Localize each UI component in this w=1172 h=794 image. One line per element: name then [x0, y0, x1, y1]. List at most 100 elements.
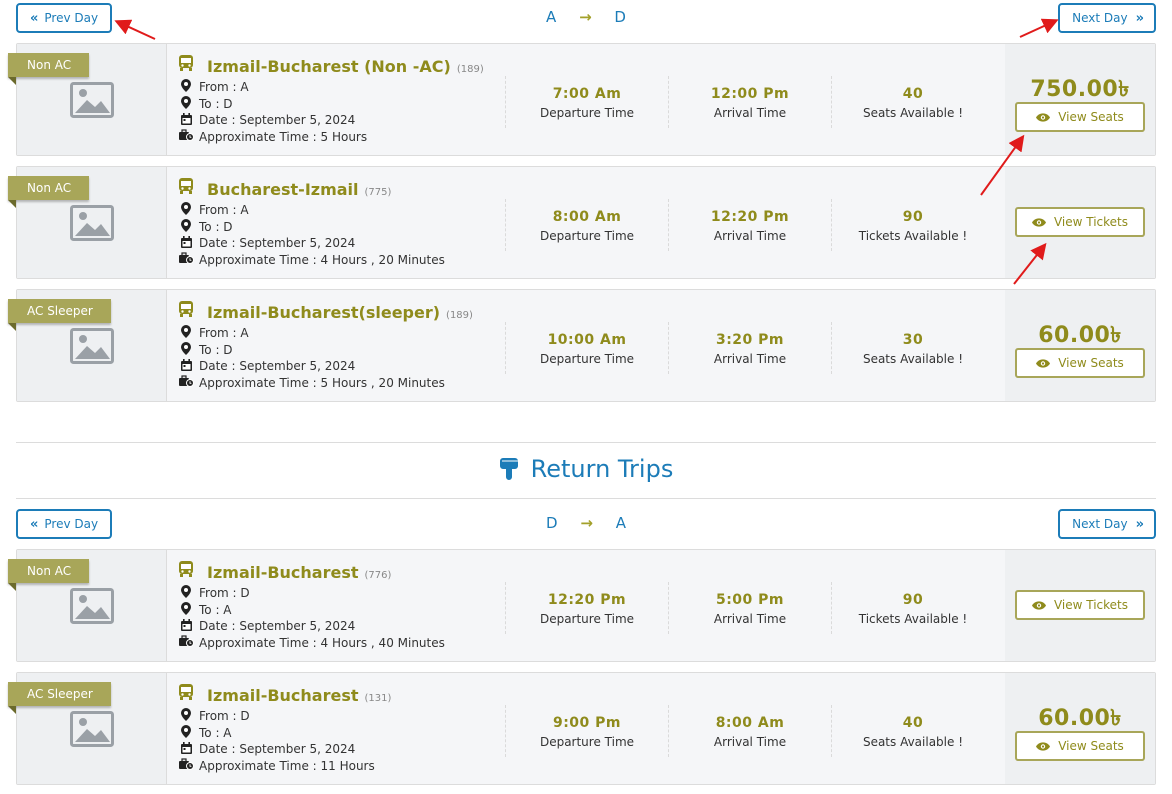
trip-info: Izmail-Bucharest (Non -AC) (189) From : AT…	[177, 54, 507, 145]
return-route-indicator: D → A	[16, 514, 1156, 532]
next-day-button[interactable]: Next Day »	[1058, 3, 1156, 33]
departure-column: 7:00 Am Departure Time	[505, 76, 668, 128]
trip-to-text: To : A	[199, 602, 232, 617]
trip-badge: Non AC	[8, 559, 90, 591]
trip-info: Bucharest-Izmail (775) From : A To : D Date …	[177, 177, 507, 268]
trip-from: From : D	[177, 585, 507, 602]
eye-icon	[1031, 217, 1046, 227]
arrival-column: 5:00 Pm Arrival Time	[668, 582, 831, 634]
arrow-right-icon: →	[579, 8, 592, 26]
trip-name[interactable]: Izmail-Bucharest(sleeper)	[207, 303, 440, 322]
trip-title: Izmail-Bucharest (776)	[177, 560, 507, 582]
next-day-label: Next Day	[1072, 11, 1128, 25]
trip-from-text: From : A	[199, 326, 249, 341]
return-next-day-label: Next Day	[1072, 517, 1128, 531]
arrival-column: 12:20 Pm Arrival Time	[668, 199, 831, 251]
trip-from-text: From : D	[199, 709, 250, 724]
luggage-clock-icon	[178, 635, 194, 648]
map-pin-icon	[181, 601, 191, 615]
view-seats-button[interactable]: View Seats	[1015, 731, 1145, 761]
trip-info: Izmail-Bucharest(sleeper) (189) From : A To…	[177, 300, 507, 391]
arrival-label: Arrival Time	[713, 612, 787, 626]
return-prev-day-button[interactable]: « Prev Day	[16, 509, 113, 539]
eye-icon	[1036, 358, 1051, 368]
trip-duration: Approximate Time : 11 Hours	[177, 758, 507, 775]
map-pin-icon	[181, 585, 191, 599]
availability-column: 40 Seats Available !	[831, 705, 994, 757]
return-trips-heading: Return Trips	[0, 455, 1172, 483]
trip-info: Izmail-Bucharest (131) From : D To : A Date …	[177, 683, 507, 774]
double-chevron-right-icon: »	[1135, 10, 1145, 26]
map-pin-icon	[181, 79, 191, 93]
trip-date-text: Date : September 5, 2024	[199, 742, 356, 757]
view-seats-button[interactable]: View Seats	[1015, 102, 1145, 132]
seat-count: 90	[902, 592, 924, 608]
trip-badge: AC Sleeper	[8, 682, 111, 714]
luggage-clock-icon	[178, 129, 194, 142]
route-to: D	[614, 8, 626, 26]
map-pin-icon	[181, 95, 191, 109]
trip-code: (776)	[364, 570, 392, 581]
bus-icon	[179, 55, 193, 71]
pointing-hand-icon	[499, 458, 518, 480]
seat-count: 40	[902, 86, 924, 102]
trip-card: AC Sleeper Izmail-Bucharest(sleeper) (189)…	[8, 289, 1156, 402]
trip-date: Date : September 5, 2024	[177, 741, 507, 758]
trip-duration-text: Approximate Time : 4 Hours , 20 Minutes	[199, 252, 445, 267]
return-trips-title: Return Trips	[530, 455, 674, 483]
map-pin-icon	[181, 724, 191, 738]
return-route-from: D	[546, 514, 558, 532]
arrival-time: 12:00 Pm	[710, 86, 790, 102]
prev-day-button[interactable]: « Prev Day	[16, 3, 113, 33]
departure-time: 7:00 Am	[552, 86, 622, 102]
return-next-day-button[interactable]: Next Day »	[1058, 509, 1156, 539]
double-chevron-right-icon: »	[1135, 516, 1145, 532]
trip-title: Izmail-Bucharest (Non -AC) (189)	[177, 54, 507, 76]
view-seats-button[interactable]: View Seats	[1015, 348, 1145, 378]
trip-name[interactable]: Izmail-Bucharest (Non -AC)	[207, 57, 451, 76]
departure-label: Departure Time	[539, 612, 635, 626]
trip-name[interactable]: Izmail-Bucharest	[207, 563, 359, 582]
view-button-label: View Seats	[1058, 739, 1124, 753]
arrival-time: 3:20 Pm	[715, 332, 785, 348]
price-box: View Tickets	[1005, 167, 1155, 278]
trip-from: From : D	[177, 708, 507, 725]
trip-code: (189)	[446, 310, 473, 321]
price-box: 60.00৳ View Seats	[1005, 290, 1155, 401]
trip-duration-text: Approximate Time : 5 Hours , 20 Minutes	[199, 375, 445, 390]
trip-to: To : A	[177, 724, 507, 742]
trip-code: (775)	[364, 187, 392, 198]
seat-label: Seats Available !	[862, 106, 964, 120]
map-pin-icon	[181, 325, 191, 339]
seat-label: Tickets Available !	[858, 612, 968, 626]
trip-duration: Approximate Time : 4 Hours , 40 Minutes	[177, 635, 507, 652]
trip-date: Date : September 5, 2024	[177, 358, 507, 375]
luggage-clock-icon	[178, 758, 194, 771]
seat-count: 90	[902, 209, 924, 225]
return-prev-day-label: Prev Day	[44, 517, 99, 531]
view-seats-button[interactable]: View Tickets	[1015, 207, 1145, 237]
prev-day-label: Prev Day	[44, 11, 99, 25]
bus-icon	[179, 301, 193, 317]
trip-duration-text: Approximate Time : 4 Hours , 40 Minutes	[199, 635, 445, 650]
arrival-label: Arrival Time	[713, 735, 787, 749]
trip-card: Non AC Izmail-Bucharest (Non -AC) (189) Fro…	[8, 43, 1156, 156]
trip-name[interactable]: Izmail-Bucharest	[207, 686, 359, 705]
arrival-time: 8:00 Am	[715, 715, 785, 731]
departure-time: 10:00 Am	[547, 332, 627, 348]
view-seats-button[interactable]: View Tickets	[1015, 590, 1145, 620]
trip-to: To : A	[177, 601, 507, 619]
seat-count: 40	[902, 715, 924, 731]
section-divider-bottom	[16, 498, 1156, 499]
trip-from: From : A	[177, 79, 507, 96]
trip-name[interactable]: Bucharest-Izmail	[207, 180, 359, 199]
seat-count: 30	[902, 332, 924, 348]
trip-to-text: To : A	[199, 725, 232, 740]
departure-column: 10:00 Am Departure Time	[505, 322, 668, 374]
trip-info: Izmail-Bucharest (776) From : D To : A Date …	[177, 560, 507, 651]
trip-date: Date : September 5, 2024	[177, 235, 507, 252]
calendar-icon	[180, 618, 192, 631]
trip-to-text: To : D	[199, 342, 233, 357]
arrival-label: Arrival Time	[713, 352, 787, 366]
departure-label: Departure Time	[539, 735, 635, 749]
